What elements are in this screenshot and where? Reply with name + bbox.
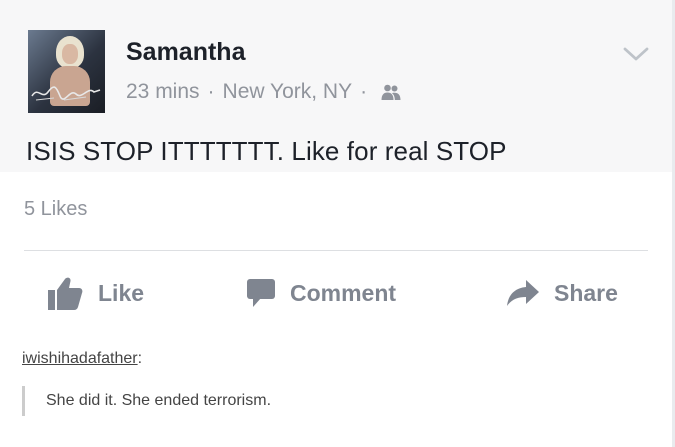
post-text: ISIS STOP ITTTTTTT. Like for real STOP (26, 136, 507, 166)
comment-label: Comment (290, 279, 397, 306)
author-name[interactable]: Samantha (126, 38, 245, 67)
comment-button[interactable]: Comment (246, 275, 396, 311)
comment-icon (247, 279, 275, 307)
reblog-username[interactable]: iwishihadafather (22, 350, 138, 367)
post-time[interactable]: 23 mins (126, 80, 200, 104)
likes-count[interactable]: 5 Likes (24, 198, 87, 221)
avatar[interactable] (28, 30, 105, 113)
friends-icon[interactable] (381, 83, 401, 101)
reblog-comment-text: She did it. She ended terrorism. (46, 392, 272, 409)
share-button[interactable]: Share (506, 275, 618, 311)
facebook-post: Samantha 23 mins · New York, NY · ISIS S… (0, 0, 672, 335)
share-arrow-icon (507, 280, 539, 306)
meta-separator: · (207, 80, 215, 103)
thumbs-up-icon (48, 277, 83, 310)
chevron-down-icon[interactable] (622, 44, 650, 64)
post-location[interactable]: New York, NY (223, 80, 353, 104)
share-label: Share (554, 279, 618, 306)
like-button[interactable]: Like (46, 275, 144, 311)
reblog-attribution: iwishihadafather: (22, 350, 142, 368)
reblog-comment: She did it. She ended terrorism. (22, 386, 271, 416)
post-meta: 23 mins · New York, NY · (126, 80, 401, 104)
signature-scrawl (31, 86, 101, 101)
divider (24, 250, 648, 251)
like-label: Like (98, 279, 145, 306)
reblog-colon: : (137, 350, 143, 367)
meta-separator: · (360, 80, 368, 103)
